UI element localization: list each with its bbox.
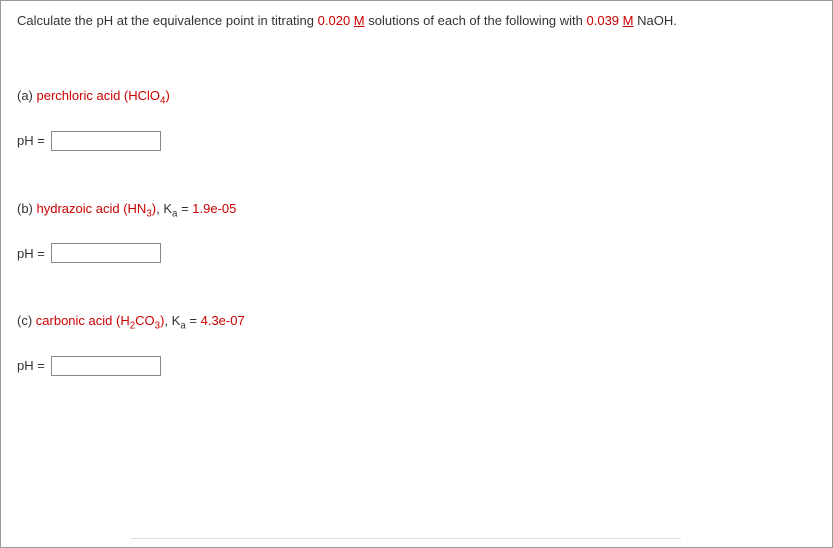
- part-c-ph-input[interactable]: [51, 356, 161, 376]
- part-a-ph-input[interactable]: [51, 131, 161, 151]
- part-b-label: (b) hydrazoic acid (HN3), Ka = 1.9e-05: [17, 201, 816, 220]
- part-b: (b) hydrazoic acid (HN3), Ka = 1.9e-05 p…: [17, 201, 816, 264]
- part-b-ka: , Ka =: [156, 201, 192, 216]
- question-prefix: Calculate the pH at the equivalence poin…: [17, 13, 318, 28]
- part-a-input-row: pH =: [17, 131, 816, 151]
- part-c: (c) carbonic acid (H2CO3), Ka = 4.3e-07 …: [17, 313, 816, 376]
- part-c-ka-value: 4.3e-07: [201, 313, 245, 328]
- part-b-letter: (b): [17, 201, 37, 216]
- question-prompt: Calculate the pH at the equivalence poin…: [17, 13, 816, 28]
- question-middle: solutions of each of the following with: [365, 13, 587, 28]
- part-c-letter: (c): [17, 313, 36, 328]
- concentration-2: 0.039: [587, 13, 623, 28]
- question-suffix: NaOH.: [634, 13, 677, 28]
- divider-line: [131, 538, 681, 539]
- part-c-ph-label: pH =: [17, 358, 45, 373]
- part-b-ph-input[interactable]: [51, 243, 161, 263]
- part-c-acid: carbonic acid (H2CO3): [36, 313, 165, 328]
- part-b-input-row: pH =: [17, 243, 816, 263]
- part-c-input-row: pH =: [17, 356, 816, 376]
- part-b-acid: hydrazoic acid (HN3): [37, 201, 157, 216]
- molar-1: M: [354, 13, 365, 28]
- part-a-acid: perchloric acid (HClO4): [37, 88, 170, 103]
- question-container: Calculate the pH at the equivalence poin…: [0, 0, 833, 548]
- part-b-ph-label: pH =: [17, 246, 45, 261]
- part-a: (a) perchloric acid (HClO4) pH =: [17, 88, 816, 151]
- part-a-ph-label: pH =: [17, 133, 45, 148]
- part-b-ka-value: 1.9e-05: [192, 201, 236, 216]
- part-a-label: (a) perchloric acid (HClO4): [17, 88, 816, 107]
- part-c-ka: , Ka =: [164, 313, 200, 328]
- part-c-label: (c) carbonic acid (H2CO3), Ka = 4.3e-07: [17, 313, 816, 332]
- molar-2: M: [623, 13, 634, 28]
- concentration-1: 0.020: [318, 13, 354, 28]
- part-a-letter: (a): [17, 88, 37, 103]
